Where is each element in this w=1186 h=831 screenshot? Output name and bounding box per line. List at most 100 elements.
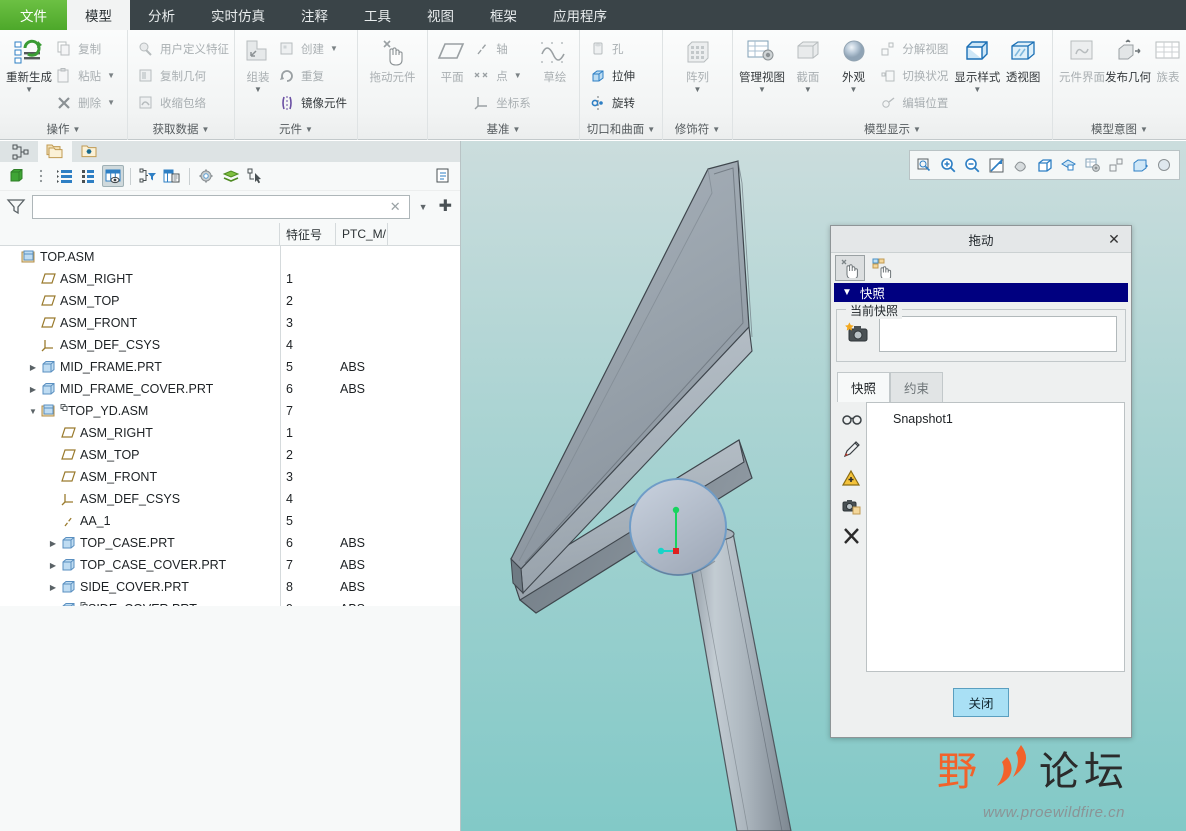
group-label-get-data[interactable]: 获取数据 ▼ [128,118,234,140]
mirror-component-button[interactable]: 镜像元件 [275,89,353,116]
nav-tab-model-tree[interactable] [4,141,38,162]
clear-search-icon[interactable]: ✕ [386,199,405,215]
group-label-component[interactable]: 元件 ▼ [235,118,357,140]
copy-geometry-button[interactable]: 复制几何 [134,62,235,89]
list-item[interactable]: Snapshot1 [867,409,1124,428]
chevron-down-icon[interactable]: ▼ [254,85,262,94]
extrude-button[interactable]: 拉伸 [586,62,641,89]
tab-view[interactable]: 视图 [409,0,472,30]
chevron-right-icon[interactable]: ▶ [46,583,60,592]
tab-constraint[interactable]: 约束 [890,372,944,402]
tree-list-view-button[interactable] [54,165,76,187]
tree-row[interactable]: ▶ TOP_CASE_COVER.PRT 7 ABS [0,554,460,576]
perspective-view-button[interactable]: 透视图 [1000,34,1046,85]
group-label-operations[interactable]: 操作 ▼ [0,118,127,140]
datum-plane-button[interactable]: 平面 [434,34,470,85]
tree-row[interactable]: ASM_DEF_CSYS 4 [0,488,460,510]
chevron-right-icon[interactable]: ▶ [46,561,60,570]
tree-row[interactable]: ▼ TOP_YD.ASM 7 [0,400,460,422]
group-label-modifier[interactable]: 修饰符 ▼ [663,118,732,140]
delete-snapshot-button[interactable] [841,525,863,547]
udf-button[interactable]: 用户定义特征 [134,35,235,62]
tab-analysis[interactable]: 分析 [130,0,193,30]
chevron-down-icon[interactable]: ▼ [107,98,115,107]
chevron-down-icon[interactable]: ▼ [514,71,522,80]
model-tree-green-button[interactable] [6,165,28,187]
chevron-down-icon[interactable]: ▼ [694,85,702,94]
tree-row[interactable]: ASM_TOP 2 [0,444,460,466]
tree-row[interactable]: ▶ SIDE_COVER.PRT 8 ABS [0,576,460,598]
chevron-down-icon[interactable]: ▼ [758,85,766,94]
point-button[interactable]: 点 ▼ [470,62,537,89]
chevron-right-icon[interactable]: ▶ [46,605,60,607]
tree-select-button[interactable] [244,165,266,187]
hole-button[interactable]: 孔 [586,35,641,62]
display-style-button[interactable]: 显示样式 ▼ [954,34,1000,94]
group-label-model-display[interactable]: 模型显示 ▼ [733,118,1052,140]
tree-row[interactable]: ASM_RIGHT 1 [0,422,460,444]
tree-row[interactable]: AA_1 5 [0,510,460,532]
copy-snapshot-button[interactable] [841,496,863,518]
tab-live-simulation[interactable]: 实时仿真 [193,0,283,30]
regenerate-button[interactable]: 重新生成 ▼ [6,34,52,94]
add-constraint-button[interactable] [841,467,863,489]
family-table-button[interactable]: 族表 [1151,34,1185,85]
chevron-right-icon[interactable]: ▶ [26,363,40,372]
tree-row[interactable]: ▶ MID_FRAME.PRT 5 ABS [0,356,460,378]
tree-row[interactable]: ▶ TOP_CASE.PRT 6 ABS [0,532,460,554]
column-header-name[interactable] [0,223,280,245]
edit-position-button[interactable]: 编辑位置 [876,89,954,116]
snapshot-list[interactable]: Snapshot1 [866,402,1125,672]
tree-overflow-button[interactable] [30,165,52,187]
tab-framework[interactable]: 框架 [472,0,535,30]
snapshot-section-bar[interactable]: ▼ 快照 [834,283,1128,302]
tree-row[interactable]: ▶ SIDE_COVER.PRT 9ABS [0,598,460,606]
tree-row[interactable]: ASM_RIGHT 1 [0,268,460,290]
tab-model[interactable]: 模型 [67,0,130,30]
tree-row[interactable]: ASM_FRONT 3 [0,312,460,334]
drag-component-button[interactable]: 拖动元件 [364,34,421,85]
tab-annotate[interactable]: 注释 [283,0,346,30]
tree-row[interactable]: ASM_DEF_CSYS 4 [0,334,460,356]
drag-dialog[interactable]: 拖动 ✕ ▼ 快照 当前快照 快照 约束 Snapshot1 关闭 [830,225,1132,738]
paste-button[interactable]: 粘贴 ▼ [52,62,121,89]
chevron-down-icon[interactable]: ▼ [26,407,40,416]
group-label-model-intent[interactable]: 模型意图 ▼ [1053,118,1186,140]
section-button[interactable]: 截面 ▼ [785,34,831,94]
component-interface-button[interactable]: 元件界面 [1059,34,1105,85]
assemble-button[interactable]: 组装 ▼ [241,34,275,94]
pattern-button[interactable]: 阵列 ▼ [669,34,726,94]
tree-row[interactable]: ASM_TOP 2 [0,290,460,312]
tree-row[interactable]: ASM_FRONT 3 [0,466,460,488]
axis-button[interactable]: 轴 [470,35,537,62]
nav-tab-favorites[interactable] [72,141,106,162]
glasses-button[interactable] [841,409,863,431]
chevron-down-icon[interactable]: ▼ [330,44,338,53]
repeat-button[interactable]: 重复 [275,62,353,89]
coordinate-system-button[interactable]: 坐标系 [470,89,537,116]
copy-button[interactable]: 复制 [52,35,121,62]
close-icon[interactable]: ✕ [1105,230,1123,248]
tree-show-columns-button[interactable] [102,165,124,187]
toggle-status-button[interactable]: 切换状况 [876,62,954,89]
tab-applications[interactable]: 应用程序 [535,0,625,30]
tree-row[interactable]: ▶ MID_FRAME_COVER.PRT 6 ABS [0,378,460,400]
tree-filter-button[interactable] [137,165,159,187]
search-dropdown-icon[interactable]: ▼ [416,202,431,212]
tree-gear-button[interactable] [196,165,218,187]
group-label-datum[interactable]: 基准 ▼ [428,118,579,140]
search-input[interactable] [37,199,386,215]
nav-tab-folder-browser[interactable] [38,141,72,162]
chevron-right-icon[interactable]: ▶ [26,385,40,394]
edit-button[interactable] [841,438,863,460]
tree-row[interactable]: TOP.ASM [0,246,460,268]
current-snapshot-field[interactable] [879,316,1117,352]
tree-columns-button[interactable] [78,165,100,187]
group-label-cut-surface[interactable]: 切口和曲面 ▼ [580,118,662,140]
tab-snapshot[interactable]: 快照 [837,372,891,402]
take-snapshot-icon[interactable] [845,321,871,348]
chevron-down-icon[interactable]: ▼ [25,85,33,94]
delete-button[interactable]: 删除 ▼ [52,89,121,116]
manage-views-button[interactable]: 管理视图 ▼ [739,34,785,94]
revolve-button[interactable]: 旋转 [586,89,641,116]
